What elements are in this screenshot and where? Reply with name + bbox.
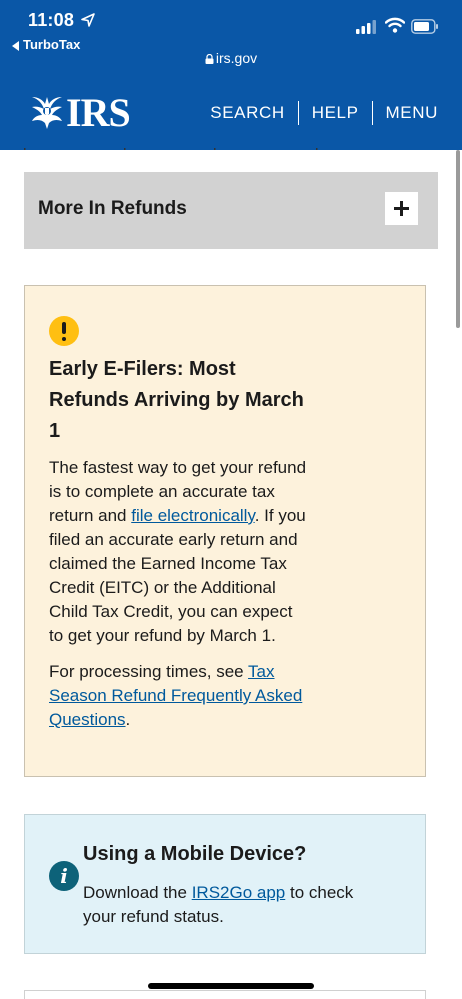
info-alert: i Using a Mobile Device? Download the IR… <box>24 814 426 954</box>
warning-paragraph: The fastest way to get your refund is to… <box>49 456 307 648</box>
location-arrow-icon <box>81 13 95 27</box>
header-nav: SEARCH HELP MENU <box>210 101 438 125</box>
accordion-title: More In Refunds <box>38 198 187 219</box>
irs-logo[interactable]: IRS <box>28 90 131 135</box>
warning-heading: Early E-Filers: Most Refunds Arriving by… <box>49 358 304 442</box>
plus-icon[interactable] <box>385 192 418 225</box>
signal-icon <box>356 20 376 34</box>
lock-icon <box>205 54 214 64</box>
status-time: 11:08 <box>28 10 75 30</box>
exclamation-icon <box>49 316 79 346</box>
info-heading: Using a Mobile Device? <box>83 843 307 865</box>
scrollbar[interactable] <box>456 150 460 328</box>
nav-menu[interactable]: MENU <box>386 103 438 123</box>
ios-status-bar: 11:08 TurboTax irs.gov <box>0 0 462 75</box>
more-in-refunds-accordion[interactable]: More In Refunds <box>24 172 438 249</box>
address-bar[interactable]: irs.gov <box>0 50 462 66</box>
wifi-icon <box>385 17 405 33</box>
battery-icon <box>411 19 438 34</box>
info-text: Download the <box>83 883 192 902</box>
warning-text: . <box>125 710 131 729</box>
eagle-emblem-icon <box>32 97 62 129</box>
site-header: IRS SEARCH HELP MENU <box>0 75 462 150</box>
warning-alert: Early E-Filers: Most Refunds Arriving by… <box>24 285 426 777</box>
warning-body: The fastest way to get your refund is to… <box>49 456 307 732</box>
next-content-card <box>24 990 426 999</box>
nav-divider <box>297 101 299 125</box>
clipped-content-above <box>24 148 318 150</box>
warning-paragraph: For processing times, see Tax Season Ref… <box>49 660 307 732</box>
home-indicator[interactable] <box>148 983 314 989</box>
nav-search[interactable]: SEARCH <box>210 103 284 123</box>
file-electronically-link[interactable]: file electronically <box>131 506 254 525</box>
url-text: irs.gov <box>215 50 258 66</box>
warning-text: For processing times, see <box>49 662 249 681</box>
irs2go-app-link[interactable]: IRS2Go app <box>192 883 286 902</box>
info-body: Download the IRS2Go app to check your re… <box>83 881 383 929</box>
logo-text: IRS <box>66 90 131 135</box>
nav-help[interactable]: HELP <box>312 103 359 123</box>
warning-text: . If you filed an accurate early return … <box>49 506 306 645</box>
nav-divider <box>371 101 373 125</box>
info-icon: i <box>49 861 79 891</box>
